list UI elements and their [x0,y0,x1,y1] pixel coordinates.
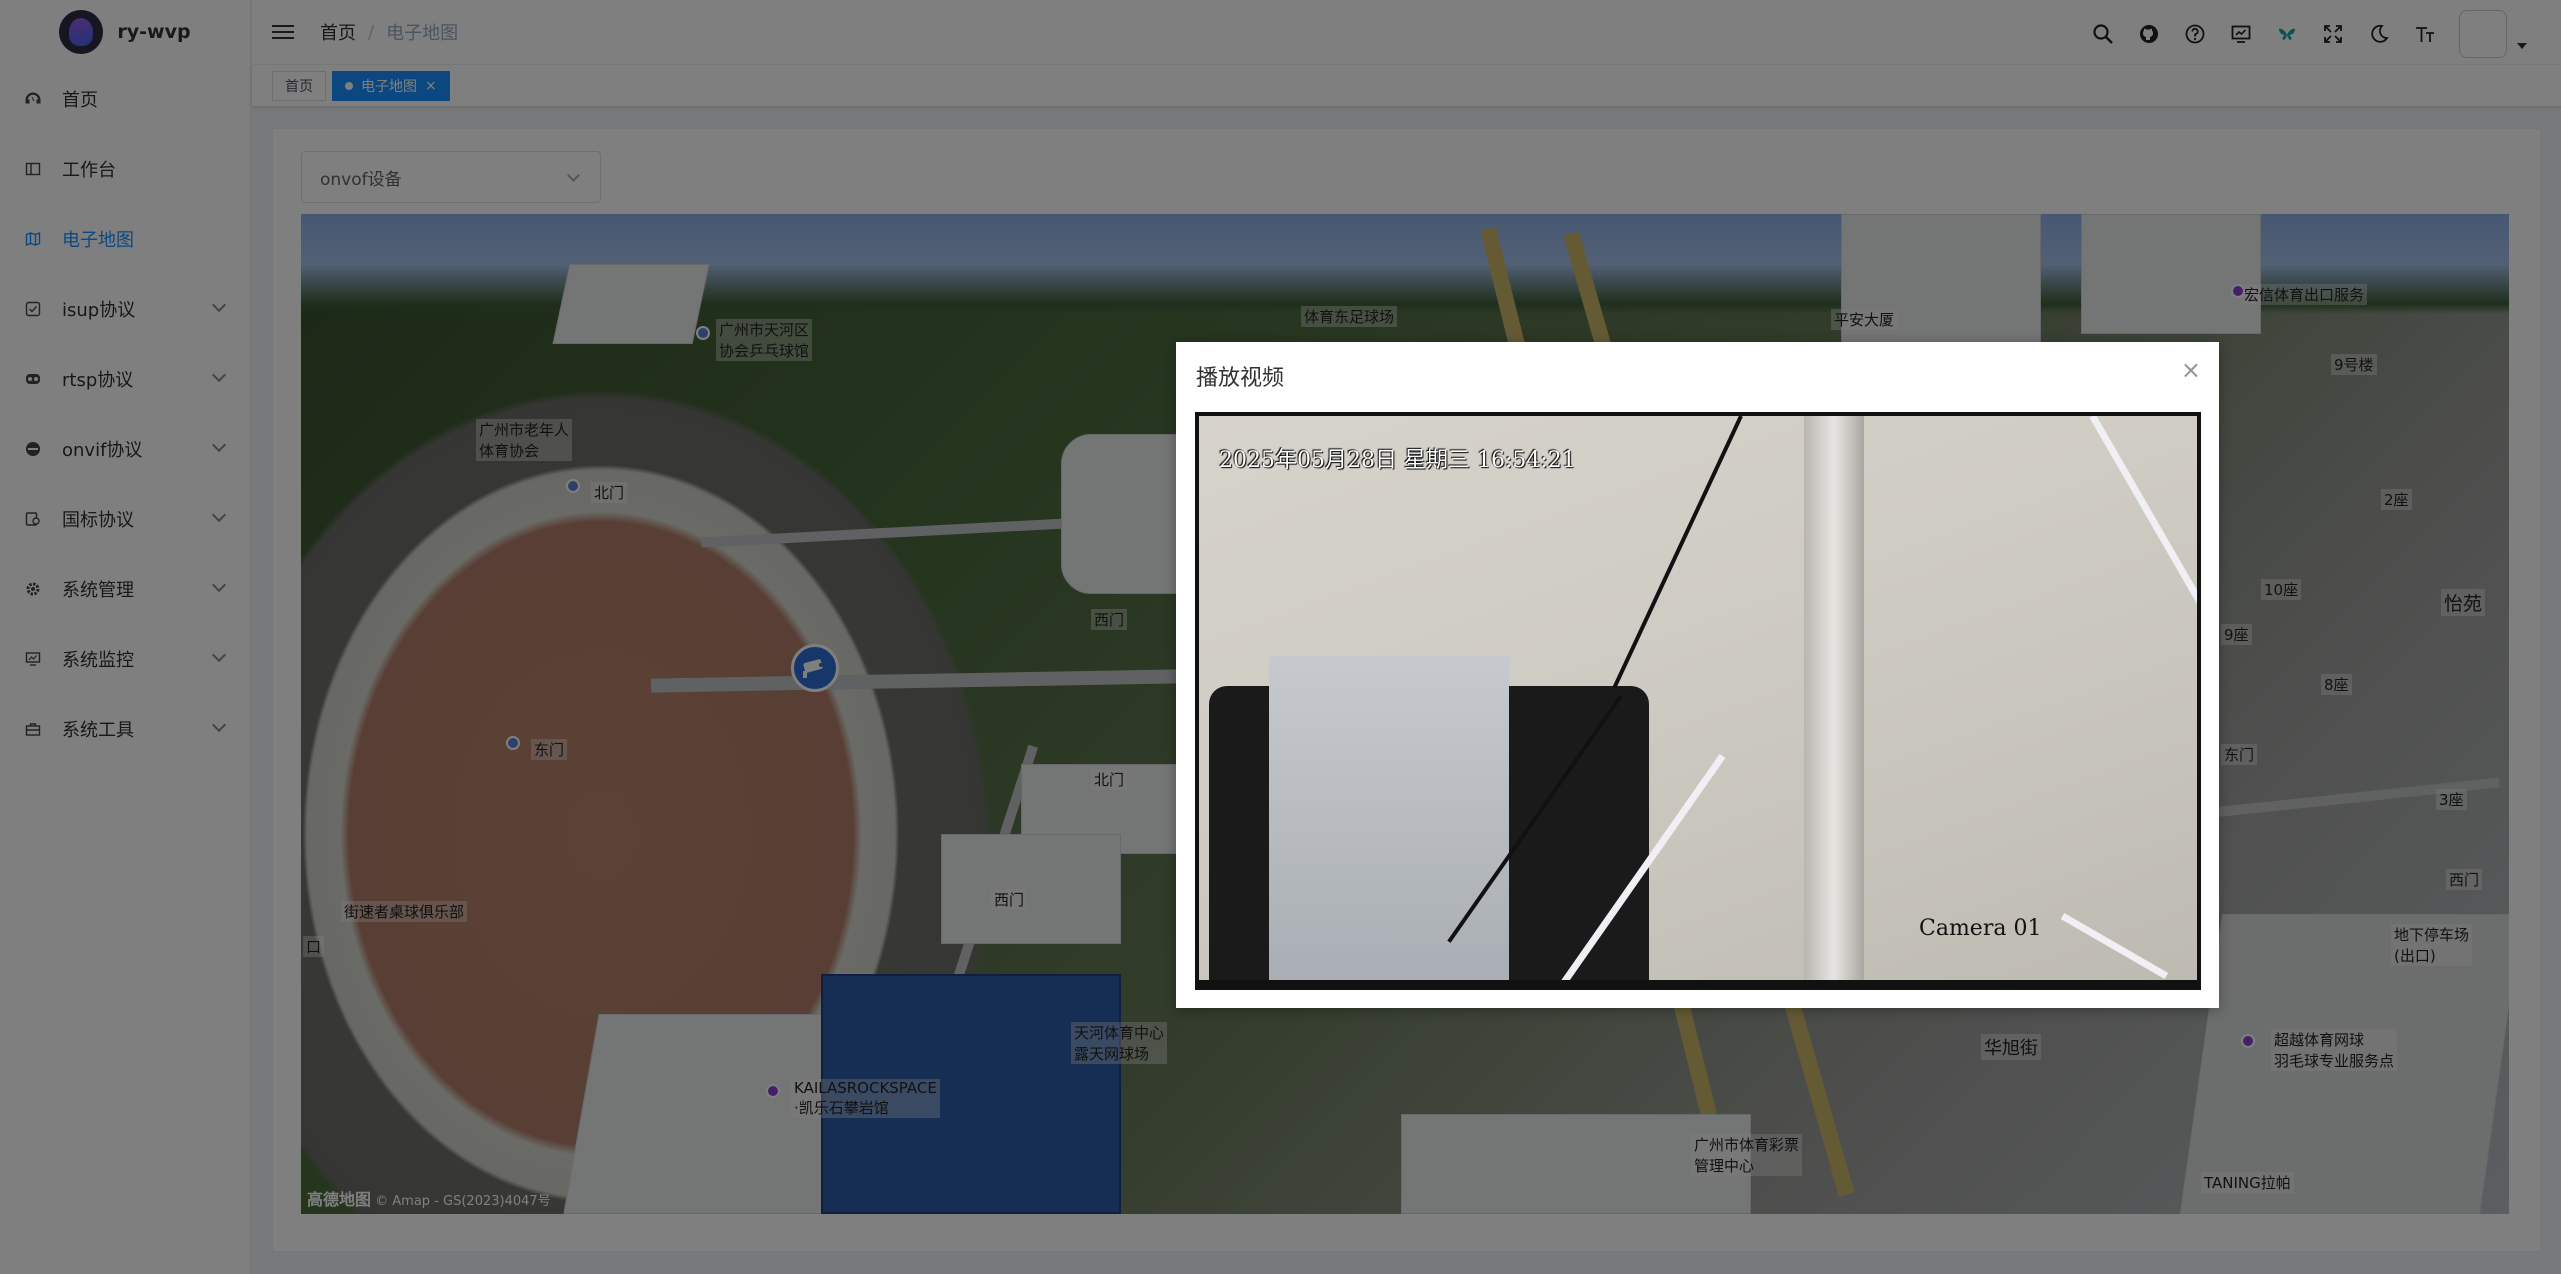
video-frame: 2025年05月28日 星期三 16:54:21 Camera 01 [1199,416,2197,980]
video-scene-cable [1612,416,1743,689]
video-scene-box [1269,656,1509,980]
play-video-dialog: 播放视频 × 2025年05月28日 星期三 16:54:21 Camera 0… [1176,342,2219,1008]
video-scene-cable [2089,416,2197,643]
video-player[interactable]: 2025年05月28日 星期三 16:54:21 Camera 01 [1195,412,2201,990]
video-osd-timestamp: 2025年05月28日 星期三 16:54:21 [1219,448,1576,473]
dialog-title: 播放视频 [1196,366,1285,391]
video-osd-camera-name: Camera 01 [1919,916,2042,941]
video-scene-pipe [1804,416,1864,980]
close-icon[interactable]: × [2181,356,2201,384]
video-scene-cable [2060,912,2169,980]
